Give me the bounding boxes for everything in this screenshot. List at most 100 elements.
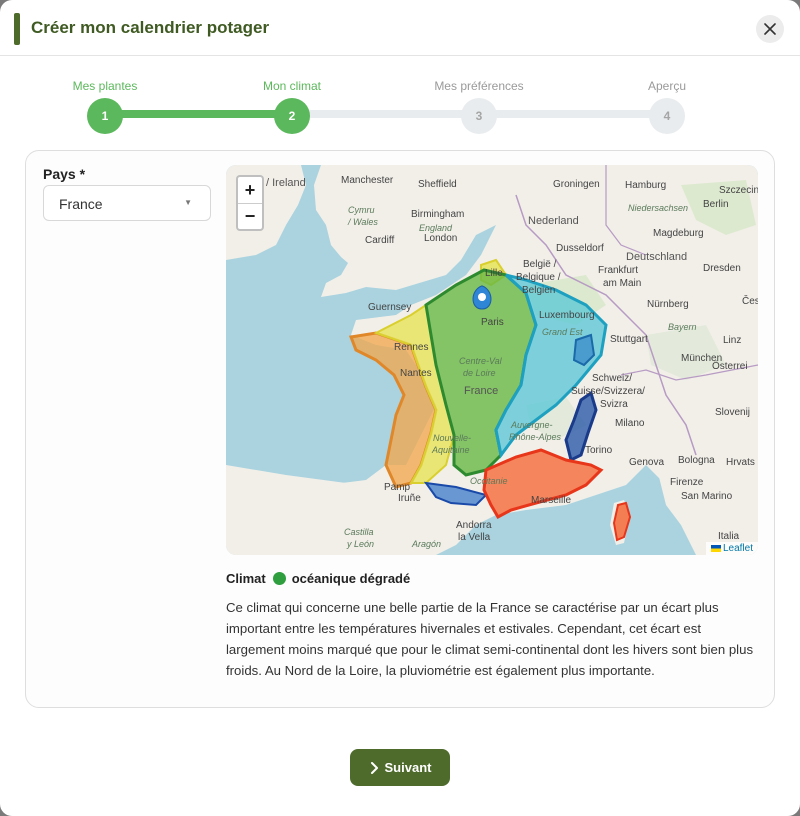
country-label: Pays *: [43, 166, 86, 182]
step-number: 4: [649, 98, 685, 134]
close-icon: [764, 23, 776, 35]
map-label: Lille: [485, 268, 503, 279]
map-label: am Main: [603, 278, 642, 289]
map-label: Manchester: [341, 175, 394, 186]
map-label: Firenze: [670, 477, 704, 488]
map-label: Aquitaine: [432, 445, 470, 455]
map-label: Hamburg: [625, 180, 667, 191]
map-label: Grand Est: [542, 327, 583, 337]
climate-card: Pays * France ▼ / Ireland Manchester She…: [25, 150, 775, 708]
map-label: / Wales: [348, 217, 378, 227]
map-label: Cymru: [348, 205, 375, 215]
map-label: Nouvelle-: [433, 433, 472, 443]
map-label: Bologna: [678, 455, 715, 466]
map-label: Sheffield: [418, 179, 457, 190]
zoom-control: + −: [236, 175, 264, 231]
map-label: Bayern: [668, 322, 697, 332]
map-label: Szczecin: [719, 185, 758, 196]
map-label: Nederland: [528, 215, 579, 227]
step-number: 3: [461, 98, 497, 134]
step-number: 2: [274, 98, 310, 134]
modal-header: Créer mon calendrier potager: [0, 0, 800, 56]
step-label: Mon climat: [262, 79, 321, 93]
map-label: Paris: [481, 317, 504, 328]
step-apercu[interactable]: Aperçu 4: [607, 56, 727, 134]
map-label: London: [424, 233, 458, 244]
next-button[interactable]: Suivant: [350, 749, 450, 786]
map-label: Marseille: [531, 495, 572, 506]
stepper: Mes plantes 1 Mon climat 2 Mes préférenc…: [0, 56, 800, 146]
map-label: Nürnberg: [647, 299, 689, 310]
map-label: y León: [347, 539, 375, 549]
climate-color-dot: [272, 572, 286, 585]
step-label: Mes préférences: [434, 79, 524, 93]
modal-title: Créer mon calendrier potager: [31, 18, 270, 37]
chevron-down-icon: ▼: [184, 198, 192, 207]
title-accent-bar: [14, 13, 20, 45]
map-label: de Loire: [463, 368, 496, 378]
map-label: Rhône-Alpes: [509, 432, 562, 442]
close-button[interactable]: [756, 15, 784, 43]
step-mes-plantes[interactable]: Mes plantes 1: [45, 56, 165, 134]
map-label: San Marino: [681, 491, 733, 502]
country-select[interactable]: France ▼: [43, 185, 211, 221]
climate-map[interactable]: / Ireland Manchester Sheffield Cymru / W…: [226, 165, 758, 555]
map-label: Guernsey: [368, 302, 412, 313]
map-label: Linz: [723, 335, 742, 346]
map-label: Torino: [585, 445, 613, 456]
map-attribution[interactable]: Leaflet: [705, 542, 758, 555]
map-label: Iruñe: [398, 493, 421, 504]
map-label: Dresden: [703, 263, 741, 274]
map-label: Svizra: [600, 399, 628, 410]
climate-line: Climat océanique dégradé: [226, 571, 410, 586]
map-label: Milano: [615, 418, 645, 429]
map-label: Magdeburg: [653, 228, 704, 239]
map-label: Cardiff: [365, 235, 395, 246]
step-label: Aperçu: [647, 79, 687, 93]
map-label: België /: [523, 259, 557, 270]
map-label: Aragón: [412, 539, 442, 549]
map-label: Niedersachsen: [628, 203, 689, 213]
map-label: Occitanie: [470, 476, 508, 486]
create-calendar-modal: Créer mon calendrier potager Mes plantes…: [0, 0, 800, 816]
map-label: Österrei: [712, 361, 748, 372]
zoom-in-button[interactable]: +: [238, 177, 262, 203]
chevron-right-icon: [370, 761, 378, 774]
map-label: Luxembourg: [539, 310, 595, 321]
map-label: Deutschland: [626, 251, 688, 263]
map-label: Groningen: [553, 179, 600, 190]
step-label: Mes plantes: [72, 79, 138, 93]
map-label: Belgique /: [516, 272, 561, 283]
map-label: Genova: [629, 457, 665, 468]
map-label: Rennes: [394, 342, 429, 353]
map-label: Stuttgart: [610, 334, 648, 345]
climate-label: Climat: [226, 571, 266, 586]
map-label: Centre-Val: [459, 356, 502, 366]
next-button-label: Suivant: [384, 760, 432, 775]
map-label: Schweiz/: [592, 373, 633, 384]
map-label: Berlin: [703, 199, 729, 210]
map-label: Suisse/Svizzera/: [571, 386, 645, 397]
map-label: Castilla: [344, 527, 374, 537]
map-label: Italia: [718, 531, 740, 542]
map-label: Slovenij: [715, 407, 751, 418]
zoom-out-button[interactable]: −: [238, 203, 262, 229]
map-label: Dusseldorf: [556, 243, 604, 254]
attribution-link[interactable]: Leaflet: [723, 543, 753, 554]
map-label: / Ireland: [266, 177, 306, 189]
map-label: Hrvats: [726, 457, 755, 468]
map-label: Čes: [742, 296, 758, 307]
step-number: 1: [87, 98, 123, 134]
map-label: Belgien: [522, 285, 556, 296]
country-select-value: France: [59, 196, 103, 212]
map-label: Nantes: [400, 368, 432, 379]
climate-description: Ce climat qui concerne une belle partie …: [226, 600, 754, 678]
climate-name: océanique dégradé: [291, 571, 411, 586]
map-label: Auvergne-: [511, 420, 553, 430]
step-mes-preferences[interactable]: Mes préférences 3: [419, 56, 539, 134]
map-label: la Vella: [458, 532, 491, 543]
map-label: Frankfurt: [598, 265, 639, 276]
step-mon-climat[interactable]: Mon climat 2: [232, 56, 352, 134]
map-label: Birmingham: [411, 209, 465, 220]
map-label: France: [464, 385, 499, 397]
